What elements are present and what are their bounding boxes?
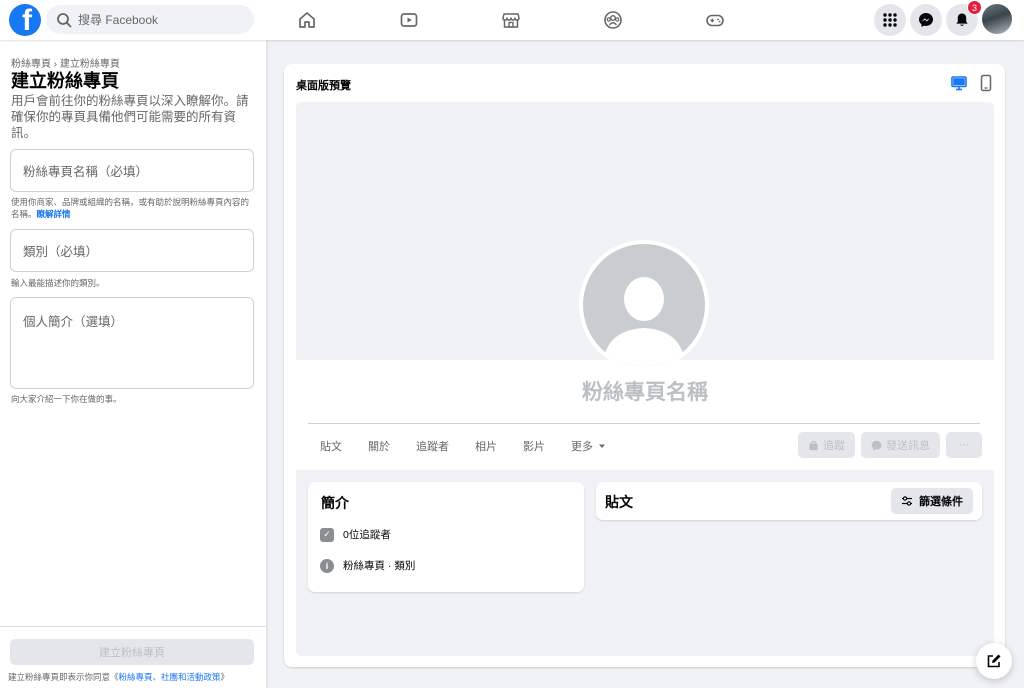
grid-menu-icon [883,13,897,27]
create-page-button[interactable]: 建立粉絲專頁 [10,639,254,665]
messenger-icon [919,13,933,27]
send-message-button[interactable]: 發送訊息 [861,432,940,458]
search-input[interactable] [78,12,248,27]
notification-badge: 3 [967,0,982,15]
nav-groups[interactable] [583,0,643,40]
tab-videos[interactable]: 影片 [523,438,545,454]
notifications-button[interactable]: 3 [946,0,982,36]
facebook-logo[interactable]: f [9,4,41,36]
posts-title: 貼文 [605,494,633,510]
default-avatar-icon [603,277,685,366]
marketplace-icon [502,13,520,28]
mobile-icon[interactable] [977,74,995,92]
tab-posts[interactable]: 貼文 [320,438,342,454]
policy-link[interactable]: 粉絲專頁、社團和活動政策 [119,672,221,682]
bio-field[interactable] [10,297,254,389]
tab-about[interactable]: 關於 [368,438,390,454]
filter-icon [902,496,912,506]
preview-label: 桌面版預覽 [296,80,351,92]
desktop-preview-card: 桌面版預覽 粉絲專頁名稱 貼文 關於 追蹤者 相片 影片 更多 追蹤 發送訊息 … [284,64,1005,667]
posts-card: 貼文 篩選條件 [596,482,982,520]
nav-home[interactable] [277,0,337,40]
tab-more[interactable]: 更多 [571,438,607,454]
category-input[interactable] [23,245,241,259]
page-name-field[interactable] [10,149,254,192]
intro-title: 簡介 [321,495,349,511]
watch-icon [400,13,418,27]
bell-icon [956,13,968,26]
page-name-helper: 使用你商家、品牌或組織的名稱，或有助於說明粉絲專頁內容的名稱。瞭解詳情 [11,197,250,219]
follow-icon [809,440,818,450]
learn-more-link[interactable]: 瞭解詳情 [37,209,71,219]
category-field[interactable] [10,229,254,272]
followers-row: ✓ 0位追蹤者 [320,527,391,542]
bio-helper: 向大家介紹一下你在做的事。 [11,394,122,404]
divider [308,423,980,424]
page-preview: 粉絲專頁名稱 貼文 關於 追蹤者 相片 影片 更多 追蹤 發送訊息 ··· 簡介… [296,102,994,656]
page-actions: 追蹤 發送訊息 ··· [792,432,982,458]
nav-gaming[interactable] [685,0,745,40]
info-icon: i [320,558,334,573]
bio-textarea[interactable] [23,311,241,353]
follow-button[interactable]: 追蹤 [798,432,855,458]
search-icon [57,12,72,27]
preview-page-name: 粉絲專頁名稱 [582,381,708,404]
search-box[interactable] [46,5,254,34]
menu-button[interactable] [874,4,906,36]
page-title: 建立粉絲專頁 [11,71,119,91]
caret-down-icon [599,444,605,448]
messenger-button[interactable] [910,4,942,36]
compose-icon [987,654,1001,668]
more-options-button[interactable]: ··· [946,432,982,458]
gaming-icon [706,14,724,27]
tab-photos[interactable]: 相片 [475,438,497,454]
intro-card: 簡介 ✓ 0位追蹤者 i 粉絲專頁 · 類別 [308,482,584,592]
desktop-icon[interactable] [950,74,968,92]
page-tabs: 貼文 關於 追蹤者 相片 影片 更多 [308,433,633,459]
nav-watch[interactable] [379,0,439,40]
filter-button[interactable]: 篩選條件 [891,488,973,514]
new-message-button[interactable] [976,643,1012,679]
account-avatar[interactable] [982,4,1012,34]
page-description: 用戶會前往你的粉絲專頁以深入瞭解你。請確保你的專頁具備他們可能需要的所有資訊。 [11,94,249,140]
page-name-input[interactable] [23,165,241,179]
home-icon [299,12,315,28]
category-helper: 輸入最能描述你的類別。 [11,278,105,288]
nav-marketplace[interactable] [481,0,541,40]
checkbox-icon: ✓ [320,527,334,542]
tab-followers[interactable]: 追蹤者 [416,438,449,454]
messenger-small-icon [871,440,882,450]
profile-header: 粉絲專頁名稱 貼文 關於 追蹤者 相片 影片 更多 追蹤 發送訊息 ··· [296,360,994,470]
create-page-panel: 粉絲專頁 › 建立粉絲專頁 建立粉絲專頁 用戶會前往你的粉絲專頁以深入瞭解你。請… [0,40,266,688]
page-info-row: i 粉絲專頁 · 類別 [320,558,415,573]
terms-text: 建立粉絲專頁即表示你同意《粉絲專頁、社團和活動政策》 [8,672,230,682]
groups-icon [604,11,622,29]
profile-picture [579,240,709,370]
create-footer: 建立粉絲專頁 建立粉絲專頁即表示你同意《粉絲專頁、社團和活動政策》 [0,626,266,688]
top-navigation-bar: f 3 [0,0,1024,40]
